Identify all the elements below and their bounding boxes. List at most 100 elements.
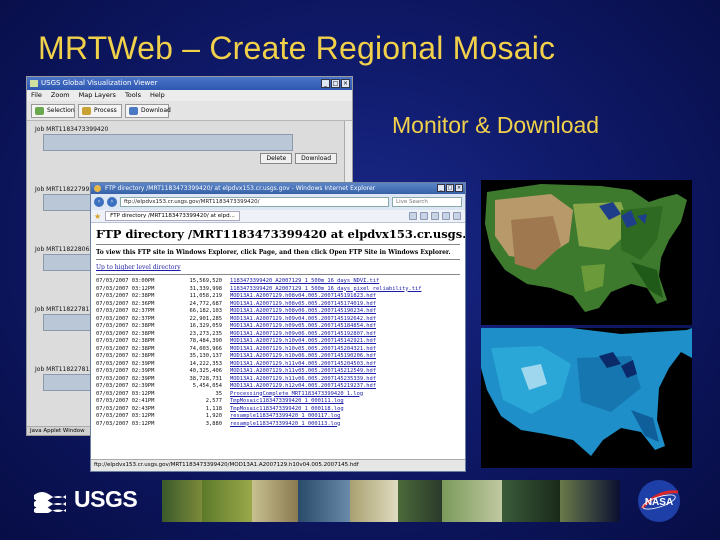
download-tab-button[interactable]: Download xyxy=(125,104,171,118)
page-menu-icon[interactable] xyxy=(442,212,450,220)
file-link[interactable]: MOD13A1.A2007129.h09v05.005.200714518485… xyxy=(230,323,376,331)
file-date: 07/03/2007 02:39PM xyxy=(96,368,155,374)
file-link[interactable]: resample1183473399420_1_000117.log xyxy=(230,413,340,421)
file-size: 15,569,520 xyxy=(189,278,222,284)
address-bar[interactable]: ftp://elpdvx153.cr.usgs.gov/MRT118347339… xyxy=(120,197,389,207)
feeds-icon[interactable] xyxy=(420,212,428,220)
download-icon xyxy=(129,107,138,115)
ftp-file-row: 07/03/2007 03:12PM 3,880 resample118347339… xyxy=(96,421,460,429)
ftp-file-row: 07/03/2007 03:12PM 1,920 resample118347339… xyxy=(96,413,460,421)
ftp-browser-window: FTP directory /MRT1183473399420/ at elpd… xyxy=(90,182,466,472)
file-link[interactable]: MOD13A1.A2007129.h09v06.005.200714519280… xyxy=(230,331,376,339)
file-link[interactable]: MOD13A1.A2007129.h09v04.005.200714519264… xyxy=(230,316,376,324)
viewer-titlebar[interactable]: USGS Global Visualization Viewer _ □ × xyxy=(27,77,352,90)
file-size: 74,003,966 xyxy=(189,345,222,352)
process-button[interactable]: Process xyxy=(78,104,122,118)
tools-menu-icon[interactable] xyxy=(453,212,461,220)
delete-button[interactable]: Delete xyxy=(260,153,293,164)
download-button[interactable]: Download xyxy=(295,153,337,164)
file-link[interactable]: MOD13A1.A2007129.h08v05.005.200714517401… xyxy=(230,301,376,309)
file-link[interactable]: TmpMosaic1183473399420_1_000118.log xyxy=(230,406,344,414)
file-link[interactable]: MOD13A1.A2007129.h08v04.005.200714519182… xyxy=(230,293,376,301)
us-reliability-map-image xyxy=(481,328,692,468)
file-link[interactable]: MOD13A1.A2007129.h12v04.005.200714521923… xyxy=(230,383,376,391)
file-date: 07/03/2007 03:00PM xyxy=(96,278,155,284)
ftp-file-row: 07/03/2007 03:12PM 31,339,998 118347339942… xyxy=(96,286,460,294)
file-link[interactable]: MOD13A1.A2007129.h11v05.005.200714521254… xyxy=(230,368,376,376)
job-status-box xyxy=(43,134,293,151)
file-link[interactable]: 1183473399420_A2007129_1_500m_16_days_pi… xyxy=(230,286,421,294)
file-size: 31,339,998 xyxy=(189,285,222,292)
ftp-file-row: 07/03/2007 02:39PM 5,454,054 MOD13A1.A2007… xyxy=(96,383,460,391)
file-link[interactable]: 1183473399420_A2007129_1_500m_16_days_ND… xyxy=(230,278,379,286)
minimize-icon[interactable]: _ xyxy=(437,184,445,192)
home-icon[interactable] xyxy=(409,212,417,220)
ftp-file-row: 07/03/2007 02:38PM 74,003,966 MOD13A1.A200… xyxy=(96,346,460,354)
maximize-icon[interactable]: □ xyxy=(331,79,340,88)
favorites-star-icon[interactable]: ★ xyxy=(94,212,101,221)
process-icon xyxy=(82,107,91,115)
menu-map-layers[interactable]: Map Layers xyxy=(79,90,116,101)
browser-titlebar[interactable]: FTP directory /MRT1183473399420/ at elpd… xyxy=(91,183,465,194)
ftp-file-row: 07/03/2007 02:41PM 2,577 TmpMosaic11834733… xyxy=(96,398,460,406)
browser-statusbar: ftp://elpdvx153.cr.usgs.gov/MRT118347339… xyxy=(91,459,465,471)
browser-tab[interactable]: FTP directory /MRT1183473399420/ at elpd… xyxy=(105,211,240,221)
slide-title: MRTWeb – Create Regional Mosaic xyxy=(38,30,556,66)
close-icon[interactable]: × xyxy=(341,79,350,88)
file-size: 11,058,219 xyxy=(189,293,222,299)
ftp-file-row: 07/03/2007 02:39PM 14,222,353 MOD13A1.A200… xyxy=(96,361,460,369)
file-link[interactable]: ProcessingComplete_MRT1183473399420_1.lo… xyxy=(230,391,363,399)
ftp-file-row: 07/03/2007 03:12PM 35 ProcessingComplete_M… xyxy=(96,391,460,399)
us-vegetation-map-image xyxy=(481,180,692,325)
file-link[interactable]: MOD13A1.A2007129.h10v04.005.200714514292… xyxy=(230,338,376,346)
file-size: 2,577 xyxy=(205,398,222,404)
file-link[interactable]: MOD13A1.A2007129.h11v04.005.200714520450… xyxy=(230,361,376,369)
maximize-icon[interactable]: □ xyxy=(446,184,454,192)
forward-icon[interactable]: › xyxy=(107,197,117,207)
minimize-icon[interactable]: _ xyxy=(321,79,330,88)
file-size: 23,273,235 xyxy=(189,330,222,337)
close-icon[interactable]: × xyxy=(455,184,463,192)
up-directory-link[interactable]: Up to higher level directory xyxy=(96,264,460,271)
search-input[interactable]: Live Search xyxy=(392,197,462,207)
file-size: 38,728,731 xyxy=(189,375,222,382)
file-size: 35,130,137 xyxy=(189,353,222,359)
file-size: 78,484,390 xyxy=(189,338,222,344)
file-link[interactable]: MOD13A1.A2007129.h08v06.005.200714519023… xyxy=(230,308,376,316)
ftp-file-row: 07/03/2007 02:38PM 35,130,137 MOD13A1.A200… xyxy=(96,353,460,361)
file-size: 3,880 xyxy=(205,420,222,427)
reliability-mosaic-map xyxy=(481,328,692,468)
print-icon[interactable] xyxy=(431,212,439,220)
viewer-title: USGS Global Visualization Viewer xyxy=(41,79,158,87)
menu-help[interactable]: Help xyxy=(150,90,165,101)
address-row: ‹ › ftp://elpdvx153.cr.usgs.gov/MRT11834… xyxy=(91,194,465,210)
back-icon[interactable]: ‹ xyxy=(94,197,104,207)
file-size: 22,901,285 xyxy=(189,315,222,322)
selection-icon xyxy=(35,107,44,115)
file-date: 07/03/2007 03:12PM xyxy=(96,413,155,419)
file-size: 14,222,353 xyxy=(189,360,222,367)
window-controls: _ □ × xyxy=(437,184,463,192)
file-link[interactable]: MOD13A1.A2007129.h10v05.005.200714520432… xyxy=(230,346,376,354)
ftp-file-row: 07/03/2007 02:38PM 23,273,235 MOD13A1.A200… xyxy=(96,331,460,339)
nasa-wordmark: NASA xyxy=(645,497,673,508)
file-date: 07/03/2007 02:38PM xyxy=(96,323,155,329)
file-date: 07/03/2007 02:38PM xyxy=(96,330,155,337)
menu-zoom[interactable]: Zoom xyxy=(51,90,70,101)
menu-file[interactable]: File xyxy=(31,90,42,101)
usgs-wave-icon xyxy=(34,491,66,513)
selection-button[interactable]: Selection xyxy=(31,104,75,118)
usgs-logo: USGS xyxy=(34,486,138,513)
file-link[interactable]: TmpMosaic1183473399420_1_000111.log xyxy=(230,398,344,406)
ftp-file-row: 07/03/2007 02:39PM 38,728,731 MOD13A1.A200… xyxy=(96,376,460,384)
file-date: 07/03/2007 03:12PM xyxy=(96,390,155,397)
file-link[interactable]: MOD13A1.A2007129.h11v06.005.200714523533… xyxy=(230,376,376,384)
file-date: 07/03/2007 03:12PM xyxy=(96,285,155,292)
browser-icon xyxy=(94,185,101,192)
file-link[interactable]: MOD13A1.A2007129.h10v06.005.200714519020… xyxy=(230,353,376,361)
menu-tools[interactable]: Tools xyxy=(125,90,141,101)
file-date: 07/03/2007 02:39PM xyxy=(96,375,155,382)
file-size: 16,329,059 xyxy=(189,323,222,329)
file-link[interactable]: resample1183473399420_1_000113.log xyxy=(230,421,340,429)
usgs-wordmark: USGS xyxy=(74,486,138,512)
